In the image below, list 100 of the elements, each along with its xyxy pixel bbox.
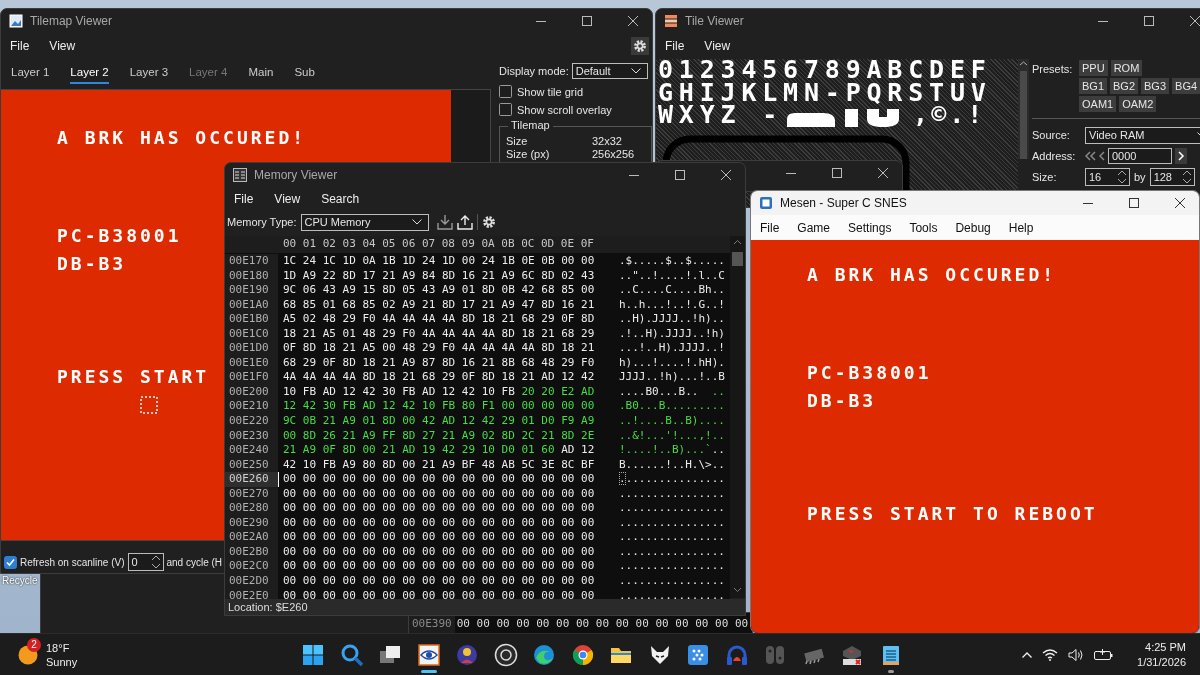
menu-item[interactable]: Debug	[955, 220, 991, 235]
field-label: Size	[506, 135, 529, 148]
hex-bytes: 12 42 30 FB AD 12 42 10 FB 80 F1 00 00 00 00 00	[282, 399, 596, 414]
window-title: Tilemap Viewer	[30, 14, 113, 28]
screen-text: DB-B3	[57, 252, 128, 276]
hex-bytes: 00 00 00 00 00 00 00 00 00 00 00 00 00 00 00 00	[282, 530, 596, 545]
dropdown[interactable]: Default	[571, 63, 648, 79]
hex-bytes: 0F 8D 18 21 A5 00 48 29 F0 4A 4A 4A 4A 8D 18 21	[282, 341, 596, 356]
hex-bytes: 00 8D 26 21 A9 FF 8D 27 21 A9 02 8D 2C 21 8D 2E	[282, 428, 596, 444]
screen-text: PC-B38001	[57, 224, 182, 248]
hex-bytes: 00 00 00 00 00 00 00 00 00 00 00 00 00 00 00 00	[282, 544, 596, 560]
column-header: 0C	[521, 237, 535, 252]
field-label: Size (px)	[506, 148, 551, 161]
preset-button[interactable]: BG3	[1141, 78, 1170, 94]
preset-button[interactable]: BG4	[1172, 78, 1200, 94]
number-spinner[interactable]: 0	[127, 553, 164, 571]
ascii-text: B......!..H.\>..	[618, 457, 725, 473]
menu-item[interactable]: View	[274, 192, 301, 206]
menu-item[interactable]: File	[234, 192, 254, 206]
field-value: 256x256	[592, 148, 635, 161]
ascii-text: ..C....C....Bh..	[618, 283, 725, 298]
tile-glyphs: GHIJKLMN-PQRSTUV	[658, 81, 993, 104]
column-header: 0E	[560, 237, 575, 252]
column-header: 0D	[540, 237, 555, 252]
ascii-text: ................	[618, 559, 725, 575]
menu-item[interactable]: File	[760, 220, 780, 235]
menu-item[interactable]: Tools	[909, 220, 938, 235]
column-header: 05	[382, 237, 396, 252]
menu-item[interactable]: View	[704, 39, 731, 53]
tab[interactable]: Main	[248, 62, 274, 84]
window-title: Tile Viewer	[685, 14, 744, 28]
ascii-text: ..!....B..B)....	[618, 414, 725, 429]
number-spinner[interactable]: 128	[1149, 168, 1195, 186]
address-label: 00E2A0	[225, 530, 278, 545]
number-spinner[interactable]: 16	[1085, 168, 1130, 186]
address-label: 00E220	[225, 414, 278, 429]
hex-bytes: 9C 06 43 A9 15 8D 05 43 A9 01 8D 0B 42 68 85 00	[282, 283, 596, 298]
field-label: by	[1133, 171, 1147, 183]
ascii-text: ..H).JJJJ..!h)..	[618, 312, 725, 327]
ascii-text: ................	[618, 544, 725, 560]
preset-button[interactable]: BG1	[1079, 78, 1107, 94]
preset-button[interactable]: PPU	[1079, 60, 1108, 76]
screen-text: PC-B38001	[807, 361, 932, 385]
preset-button[interactable]: ROM	[1110, 60, 1143, 76]
menu-item[interactable]: File	[665, 39, 685, 53]
group-title: Tilemap	[508, 119, 553, 131]
field-label: Presets:	[1032, 62, 1074, 77]
address-label: 00E1D0	[225, 341, 278, 356]
menu-item[interactable]: Search	[321, 192, 360, 206]
hex-bytes: 9C 0B 21 A9 01 8D 00 42 AD 12 42 29 01 D0 F9 A9	[282, 414, 596, 429]
tab[interactable]: Layer 3	[129, 62, 169, 84]
ascii-text: ................	[618, 530, 725, 545]
preset-button[interactable]: BG2	[1110, 78, 1139, 94]
ascii-text: h..h...!..!.G..!	[618, 297, 725, 313]
hex-bytes: 00 00 00 00 00 00 00 00 00 00 00 00 00 00 00 00	[282, 515, 596, 531]
address-label: 00E170	[225, 254, 278, 269]
address-label: 00E1B0	[225, 312, 278, 327]
column-header: 04	[362, 237, 376, 252]
screen-text: DB-B3	[807, 389, 878, 413]
tab[interactable]: Layer 2	[70, 62, 109, 84]
field-label: and cycle (H	[166, 556, 223, 568]
checkbox-label: Refresh on scanline (V)	[20, 556, 125, 568]
ascii-text: .!..H).JJJJ..!h)	[618, 326, 725, 342]
dropdown[interactable]: CPU Memory	[300, 213, 429, 231]
ascii-text: ...!..H).JJJJ..!	[618, 341, 725, 356]
tile-glyphs: WXYZ -	[658, 104, 784, 127]
menu-item[interactable]: View	[49, 39, 76, 53]
ascii-text: .."..!....!.l..C	[618, 268, 725, 284]
field-label: Display mode:	[499, 65, 569, 77]
screen-text: A BRK HAS OCCURED!	[57, 126, 307, 150]
address-label: 00E1F0	[225, 370, 278, 385]
hex-bytes: 00 00 00 00 00 00 00 00 00 00 00 00 00 00 00 00	[282, 559, 596, 575]
tab[interactable]: Sub	[294, 62, 315, 84]
screen-text: A BRK HAS OCCURED!	[807, 263, 1057, 287]
address-label: 00E280	[225, 501, 278, 516]
dropdown[interactable]: Video RAM	[1085, 126, 1200, 144]
clock-time[interactable]: 4:25 PM	[1145, 639, 1186, 655]
ascii-text: ....B0...B.. ..	[618, 384, 725, 400]
ascii-text: ................	[618, 472, 725, 487]
address-field[interactable]: 0000	[1108, 148, 1172, 164]
hex-bytes: 4A 4A 4A 4A 8D 18 21 68 29 0F 8D 18 21 AD 12 42	[282, 370, 596, 385]
column-header: 06	[402, 237, 416, 252]
menu-item[interactable]: Settings	[848, 220, 892, 235]
menu-item[interactable]: Game	[797, 220, 831, 235]
status-text: Location: $E260	[225, 599, 745, 615]
hex-bytes: 68 29 0F 8D 18 21 A9 87 8D 16 21 8B 68 48 29 F0	[282, 355, 596, 371]
preset-button[interactable]: OAM1	[1079, 96, 1117, 112]
ascii-text: .B0...B.........	[618, 399, 725, 414]
menu-item[interactable]: File	[10, 39, 30, 53]
clock-date[interactable]: 1/31/2026	[1137, 654, 1186, 670]
address-label: 00E2D0	[225, 574, 278, 589]
weather-text: Sunny	[46, 654, 78, 669]
address-label: 00E2C0	[225, 559, 278, 575]
preset-button[interactable]: OAM2	[1119, 96, 1157, 112]
menu-item[interactable]: Help	[1008, 220, 1034, 235]
ascii-text: ................	[618, 515, 725, 531]
tab[interactable]: Layer 1	[11, 62, 50, 84]
field-value: 32x32	[592, 135, 622, 148]
window-title: Mesen - Super C SNES	[780, 196, 907, 210]
field-label: Memory Type:	[227, 216, 297, 228]
